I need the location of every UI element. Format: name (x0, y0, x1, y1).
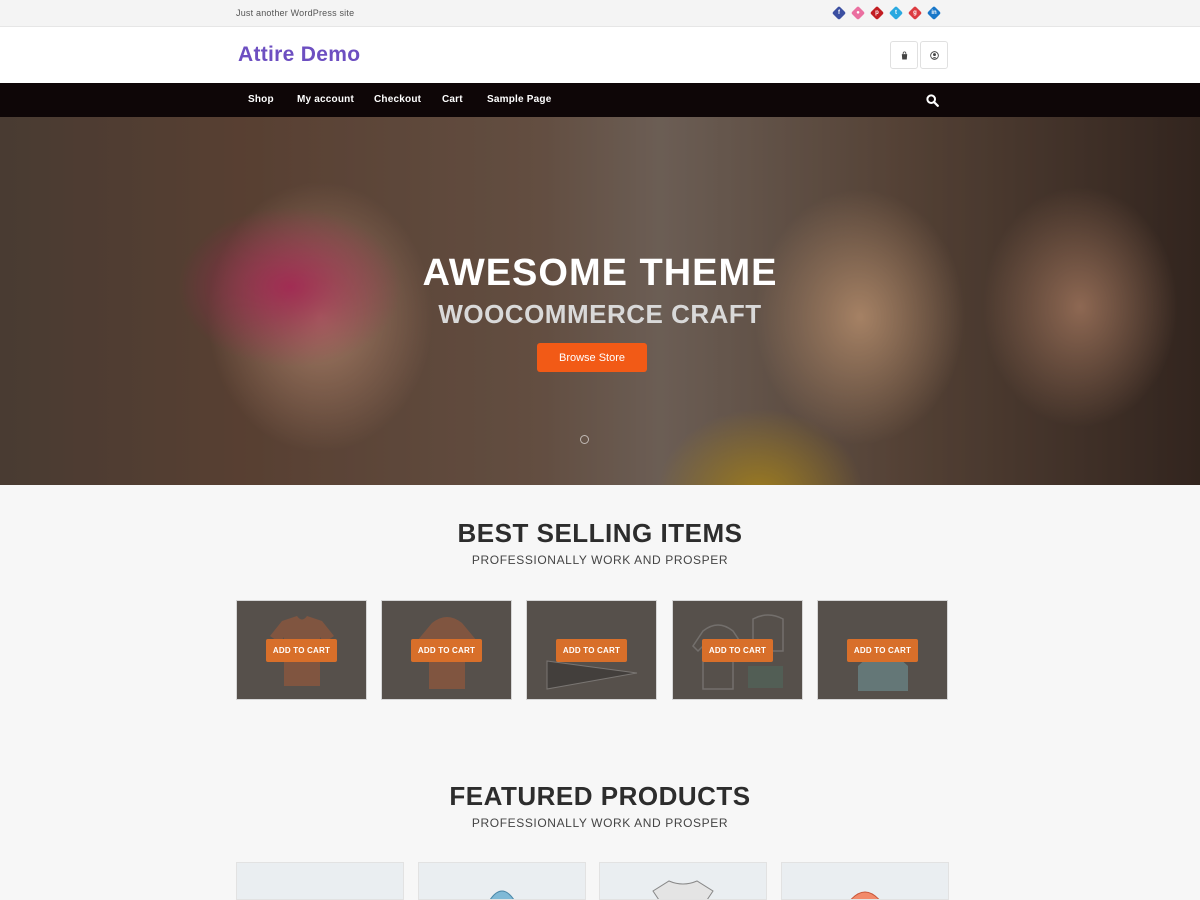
hero-banner: AWESOME THEME WOOCOMMERCE CRAFT Browse S… (0, 117, 1200, 485)
best-selling-grid: ADD TO CART ADD TO CART ADD TO CART ADD … (236, 600, 949, 700)
blue-beanie-icon (490, 890, 514, 899)
featured-products-title: FEATURED PRODUCTS (449, 781, 751, 811)
add-to-cart-button[interactable]: ADD TO CART (266, 639, 337, 662)
twitter-icon[interactable]: t (888, 5, 904, 21)
cart-bag-icon (901, 51, 907, 60)
featured-product-card[interactable] (781, 862, 949, 900)
site-header: Attire Demo (0, 27, 1200, 83)
account-button[interactable] (920, 41, 948, 69)
add-to-cart-button[interactable]: ADD TO CART (556, 639, 627, 662)
featured-product-card[interactable] (236, 862, 404, 900)
browse-store-button[interactable]: Browse Store (537, 343, 647, 372)
hero-title: AWESOME THEME (422, 252, 778, 294)
linkedin-icon[interactable]: in (926, 5, 942, 21)
top-bar: Just another WordPress site f ● p t g in (0, 0, 1200, 27)
cart-button[interactable] (890, 41, 918, 69)
featured-products-subtitle: PROFESSIONALLY WORK AND PROSPER (471, 816, 729, 830)
featured-product-card[interactable] (418, 862, 586, 900)
product-card[interactable]: ADD TO CART (381, 600, 512, 700)
nav-item-checkout[interactable]: Checkout (374, 94, 421, 105)
hero-subtitle: WOOCOMMERCE CRAFT (438, 299, 762, 329)
gray-tshirt-icon (652, 880, 714, 899)
pinterest-icon[interactable]: p (869, 5, 885, 21)
nav-item-shop[interactable]: Shop (248, 94, 274, 105)
google-plus-icon[interactable]: g (907, 5, 923, 21)
featured-products-grid (236, 862, 949, 900)
site-title[interactable]: Attire Demo (238, 43, 360, 67)
product-card[interactable]: ADD TO CART (672, 600, 803, 700)
facebook-icon[interactable]: f (831, 5, 847, 21)
add-to-cart-button[interactable]: ADD TO CART (702, 639, 773, 662)
nav-item-sample-page[interactable]: Sample Page (487, 94, 551, 105)
search-icon[interactable] (926, 94, 939, 107)
add-to-cart-button[interactable]: ADD TO CART (411, 639, 482, 662)
nav-item-my-account[interactable]: My account (297, 94, 354, 105)
best-selling-subtitle: PROFESSIONALLY WORK AND PROSPER (471, 553, 729, 567)
site-tagline: Just another WordPress site (236, 8, 355, 18)
nav-item-cart[interactable]: Cart (442, 94, 463, 105)
add-to-cart-button[interactable]: ADD TO CART (847, 639, 918, 662)
best-selling-title: BEST SELLING ITEMS (457, 518, 743, 548)
user-icon (929, 50, 939, 60)
product-card[interactable]: ADD TO CART (236, 600, 367, 700)
slider-dot[interactable] (580, 435, 589, 444)
product-card[interactable]: ADD TO CART (817, 600, 948, 700)
featured-product-card[interactable] (599, 862, 767, 900)
orange-cap-icon (850, 891, 880, 899)
product-card[interactable]: ADD TO CART (526, 600, 657, 700)
dribbble-icon[interactable]: ● (850, 5, 866, 21)
social-links: f ● p t g in (831, 5, 942, 21)
main-navigation: Shop My account Checkout Cart Sample Pag… (0, 83, 1200, 117)
